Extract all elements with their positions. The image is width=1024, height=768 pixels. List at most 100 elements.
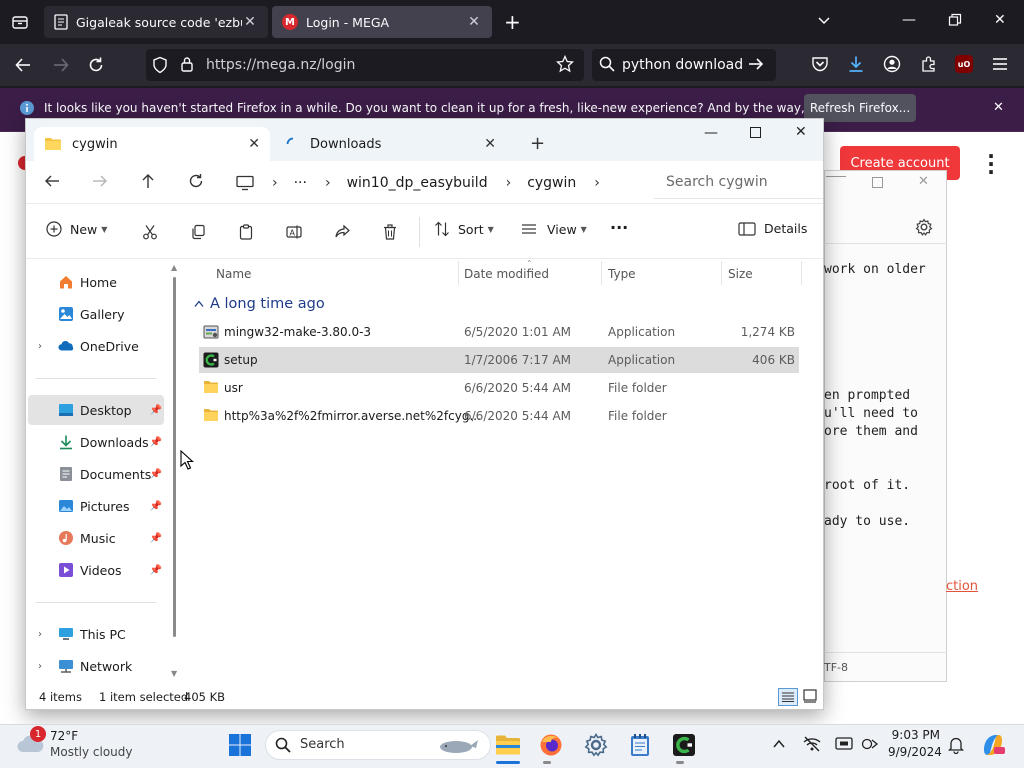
- nav-item-music[interactable]: Music 📌: [28, 523, 164, 553]
- up-arrow-icon[interactable]: [140, 173, 156, 189]
- weather-condition[interactable]: Mostly cloudy: [50, 745, 133, 759]
- column-separator[interactable]: [801, 261, 802, 285]
- browser-tab-mega-login[interactable]: M Login - MEGA ✕: [272, 6, 492, 38]
- forward-arrow-icon[interactable]: [92, 173, 108, 189]
- breadcrumb-overflow[interactable]: ···: [294, 175, 307, 191]
- taskbar-clock-time[interactable]: 9:03 PM: [888, 728, 940, 742]
- reload-icon[interactable]: [87, 56, 105, 74]
- breadcrumb-separator-icon[interactable]: ›: [506, 175, 512, 191]
- new-tab-plus-icon[interactable]: +: [504, 10, 521, 34]
- more-options-kebab-icon[interactable]: · · ·: [984, 146, 998, 182]
- file-row[interactable]: http%3a%2f%2fmirror.averse.net%2fcyg... …: [199, 403, 799, 429]
- back-arrow-icon[interactable]: [44, 173, 60, 189]
- pin-icon[interactable]: 📌: [150, 565, 162, 576]
- account-icon[interactable]: [883, 55, 901, 73]
- explorer-tab-downloads[interactable]: Downloads ✕: [276, 127, 506, 161]
- close-tab-icon[interactable]: ✕: [466, 14, 482, 30]
- minimize-icon[interactable]: —: [704, 125, 718, 141]
- nav-item-network[interactable]: › Network: [28, 651, 164, 681]
- breadcrumb-win10-dp-easybuild[interactable]: win10_dp_easybuild: [347, 175, 488, 191]
- downloads-arrow-icon[interactable]: [847, 55, 865, 73]
- minimize-icon[interactable]: —: [902, 12, 916, 28]
- nav-item-gallery[interactable]: Gallery: [28, 299, 164, 329]
- details-pane-button[interactable]: Details: [738, 221, 807, 236]
- close-tab-icon[interactable]: ✕: [248, 136, 260, 152]
- tiles-view-icon[interactable]: [803, 689, 817, 703]
- breadcrumb-separator-icon[interactable]: ›: [594, 175, 600, 191]
- screen-capture-icon[interactable]: [835, 736, 853, 752]
- file-row[interactable]: usr 6/6/2020 5:44 AM File folder: [199, 375, 799, 401]
- group-header[interactable]: A long time ago: [194, 296, 325, 312]
- see-more-button[interactable]: ···: [610, 218, 628, 237]
- pin-icon[interactable]: 📌: [150, 437, 162, 448]
- expand-chevron-icon[interactable]: ›: [38, 661, 42, 672]
- hamburger-menu-icon[interactable]: [992, 56, 1008, 72]
- pin-icon[interactable]: 📌: [150, 469, 162, 480]
- search-go-arrow-icon[interactable]: [748, 56, 764, 72]
- column-separator[interactable]: [601, 261, 602, 285]
- notification-bell-icon[interactable]: [948, 736, 964, 754]
- paste-clipboard-icon[interactable]: [238, 224, 254, 240]
- lock-icon[interactable]: [180, 56, 194, 72]
- column-separator[interactable]: [721, 261, 722, 285]
- browser-tab-gigaleak[interactable]: Gigaleak source code 'ezbuild ✕: [44, 6, 268, 38]
- bookmark-star-icon[interactable]: [556, 55, 574, 73]
- close-notification-icon[interactable]: ✕: [993, 100, 1004, 115]
- column-header-date-modified[interactable]: Date modified: [464, 267, 549, 281]
- pin-icon[interactable]: 📌: [150, 501, 162, 512]
- nav-item-videos[interactable]: Videos 📌: [28, 555, 164, 585]
- breadcrumb-separator-icon[interactable]: ›: [272, 175, 278, 191]
- firefox-view-icon[interactable]: [11, 13, 29, 31]
- explorer-search-input[interactable]: Search cygwin: [654, 167, 823, 199]
- maximize-icon[interactable]: [750, 127, 761, 138]
- explorer-tab-cygwin[interactable]: cygwin ✕: [34, 127, 270, 161]
- scroll-up-arrow-icon[interactable]: ▲: [171, 263, 177, 272]
- bg-link[interactable]: ction: [946, 579, 978, 594]
- ublock-origin-icon[interactable]: uO: [955, 55, 973, 73]
- column-separator[interactable]: [458, 261, 459, 285]
- taskbar-firefox-icon[interactable]: [534, 730, 568, 760]
- close-window-icon[interactable]: ✕: [795, 124, 807, 140]
- scrollbar-thumb[interactable]: [173, 277, 176, 637]
- restore-icon[interactable]: [948, 13, 962, 27]
- bg-close-icon[interactable]: ✕: [918, 174, 929, 189]
- windows-start-icon[interactable]: [228, 733, 252, 757]
- close-tab-icon[interactable]: ✕: [242, 14, 258, 30]
- settings-gear-icon[interactable]: [915, 218, 933, 236]
- file-row[interactable]: mingw32-make-3.80.0-3 6/5/2020 1:01 AM A…: [199, 319, 799, 345]
- tracking-protection-shield-icon[interactable]: [152, 56, 168, 74]
- breadcrumb-separator-icon[interactable]: ›: [325, 175, 331, 191]
- sort-button[interactable]: Sort ▼: [434, 221, 494, 237]
- expand-chevron-icon[interactable]: ›: [38, 629, 42, 640]
- nav-item-documents[interactable]: Documents 📌: [28, 459, 164, 489]
- taskbar-clock-date[interactable]: 9/9/2024: [888, 745, 942, 759]
- show-hidden-icons-chevron-icon[interactable]: [772, 738, 786, 750]
- cut-scissors-icon[interactable]: [142, 224, 158, 240]
- delete-trash-icon[interactable]: [382, 224, 398, 240]
- expand-chevron-icon[interactable]: ›: [38, 341, 42, 352]
- weather-temperature[interactable]: 72°F: [50, 729, 78, 743]
- rename-icon[interactable]: A: [286, 224, 302, 240]
- close-tab-icon[interactable]: ✕: [484, 136, 496, 152]
- scroll-down-arrow-icon[interactable]: ▼: [171, 669, 177, 678]
- new-tab-plus-icon[interactable]: +: [530, 133, 545, 154]
- share-icon[interactable]: [334, 224, 350, 240]
- file-row-selected[interactable]: setup 1/7/2006 7:17 AM Application 406 K…: [199, 347, 799, 373]
- new-button[interactable]: New ▼: [46, 221, 107, 237]
- navigation-scrollbar[interactable]: ▲ ▼: [171, 263, 177, 678]
- extensions-puzzle-icon[interactable]: [920, 55, 938, 73]
- bg-maximize-icon[interactable]: [872, 177, 883, 188]
- column-header-type[interactable]: Type: [608, 267, 636, 281]
- network-disconnected-icon[interactable]: [803, 736, 821, 752]
- location-privacy-icon[interactable]: [861, 736, 879, 752]
- this-pc-monitor-icon[interactable]: [236, 175, 254, 191]
- refresh-icon[interactable]: [188, 173, 204, 189]
- pin-icon[interactable]: 📌: [150, 533, 162, 544]
- column-header-size[interactable]: Size: [728, 267, 753, 281]
- pocket-icon[interactable]: [811, 56, 829, 72]
- taskbar-cygwin-setup-icon[interactable]: [667, 730, 701, 760]
- taskbar-file-explorer-icon[interactable]: [491, 730, 525, 760]
- nav-item-downloads[interactable]: Downloads 📌: [28, 427, 164, 457]
- pin-icon[interactable]: 📌: [150, 405, 162, 416]
- close-window-icon[interactable]: ✕: [994, 12, 1006, 28]
